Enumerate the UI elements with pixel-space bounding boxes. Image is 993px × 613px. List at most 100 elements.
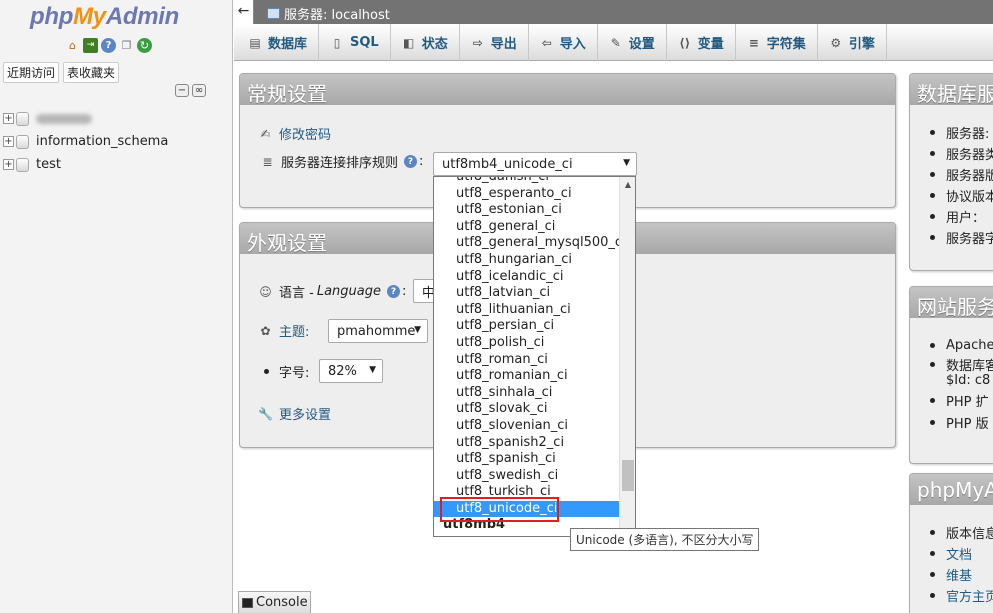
option-item[interactable]: utf8_hungarian_ci: [434, 252, 620, 269]
tab-variables[interactable]: ⟨⟩ 变量: [667, 24, 736, 61]
collation-row: ≣ 服务器连接排序规则 ? :: [260, 152, 423, 171]
scroll-thumb[interactable]: [622, 460, 634, 491]
option-item[interactable]: utf8_slovenian_ci: [434, 418, 620, 435]
favorites-tab[interactable]: 表收藏夹: [63, 62, 120, 83]
option-item[interactable]: utf8_estonian_ci: [434, 202, 620, 219]
tab-charsets[interactable]: ≡ 字符集: [736, 24, 818, 61]
docs-link[interactable]: 文档: [930, 543, 993, 564]
tab-import[interactable]: ⇦ 导入: [529, 24, 598, 61]
homepage-link[interactable]: 官方主页: [930, 585, 993, 606]
option-item[interactable]: utf8_sinhala_ci: [434, 385, 620, 402]
option-item[interactable]: utf8_turkish_ci: [434, 484, 620, 501]
chevron-down-icon: ▼: [414, 325, 421, 335]
palette-icon: ✿: [260, 323, 271, 338]
option-item[interactable]: utf8_persian_ci: [434, 318, 620, 335]
option-item[interactable]: utf8_slovak_ci: [434, 401, 620, 418]
console-tab[interactable]: Console: [238, 591, 311, 613]
help-icon[interactable]: ?: [101, 38, 116, 53]
fontsize-select[interactable]: 82% ▼: [319, 359, 383, 383]
scrollbar[interactable]: ▲: [619, 177, 635, 536]
tab-engines[interactable]: ⚙ 引擎: [818, 24, 887, 61]
tooltip: Unicode (多语言), 不区分大小写: [570, 528, 760, 551]
option-item[interactable]: utf8_lithuanian_ci: [434, 302, 620, 319]
list-item: $Id: c8: [946, 372, 991, 388]
collation-select[interactable]: utf8mb4_unicode_ci ▼: [433, 152, 637, 176]
web-server-info-list: Apache 数据库客 $Id: c8 PHP 扩 PHP 版: [930, 335, 993, 433]
option-item[interactable]: utf8_roman_ci: [434, 352, 620, 369]
option-item[interactable]: utf8_general_ci: [434, 219, 620, 236]
expand-icon[interactable]: +: [3, 159, 14, 170]
tab-sql[interactable]: ▯ SQL: [319, 24, 391, 61]
option-item[interactable]: utf8_romanian_ci: [434, 368, 620, 385]
nav-icon-bar: ⌂ ⇥ ? ❐ ↻: [65, 38, 152, 53]
wiki-link[interactable]: 维基: [930, 564, 993, 585]
tab-status[interactable]: ◧ 状态: [391, 24, 460, 61]
bullet: [264, 369, 269, 374]
collapse-all-icon[interactable]: −: [175, 84, 189, 97]
tree-item-information-schema[interactable]: + information_schema: [3, 130, 168, 153]
tab-settings[interactable]: ✎ 设置: [598, 24, 667, 61]
option-item[interactable]: utf8_latvian_ci: [434, 285, 620, 302]
list-item: 数据库客: [930, 356, 993, 374]
selected-option[interactable]: utf8_unicode_ci: [434, 500, 620, 518]
help-icon[interactable]: ?: [404, 155, 418, 168]
sql-icon: ▯: [333, 35, 341, 50]
variables-icon: ⟨⟩: [679, 35, 691, 50]
more-settings-link[interactable]: 更多设置: [279, 404, 331, 423]
password-icon: ✍: [260, 126, 271, 141]
breadcrumb[interactable]: 服务器: localhost: [267, 4, 390, 23]
theme-label[interactable]: 主题:: [279, 321, 309, 340]
tree-controls: − ∞: [175, 84, 206, 97]
tab-export[interactable]: ⇨ 导出: [460, 24, 529, 61]
database-server-panel: 数据库服 服务器: 服务器类 服务器版 协议版本 用户： 服务器字: [909, 73, 993, 271]
option-item[interactable]: utf8_spanish_ci: [434, 451, 620, 468]
collation-label: 服务器连接排序规则: [281, 156, 399, 171]
change-password-row: ✍ 修改密码: [258, 124, 331, 144]
list-item: PHP 版: [930, 412, 993, 433]
tree-item-test[interactable]: + test: [3, 153, 168, 176]
expand-icon[interactable]: +: [3, 136, 14, 147]
help-icon[interactable]: ?: [386, 285, 400, 298]
tree-label-redacted: [36, 113, 92, 124]
chevron-down-icon: ▼: [369, 365, 376, 375]
home-icon[interactable]: ⌂: [65, 38, 80, 53]
option-item[interactable]: utf8_esperanto_ci: [434, 186, 620, 203]
collation-dropdown-list[interactable]: utf8_danish_ci utf8_esperanto_ci utf8_esto…: [433, 176, 636, 537]
tree-label[interactable]: test: [36, 157, 61, 172]
docs-icon[interactable]: ❐: [119, 38, 134, 53]
recent-tab[interactable]: 近期访问: [3, 62, 60, 83]
database-icon: [16, 134, 29, 149]
database-icon: [16, 111, 29, 126]
change-password-link[interactable]: 修改密码: [279, 124, 331, 143]
exit-icon[interactable]: ⇥: [83, 38, 98, 53]
list-item: 服务器字: [930, 227, 993, 248]
tree-label[interactable]: information_schema: [36, 134, 168, 149]
main-menu: ▤ 数据库 ▯ SQL ◧ 状态 ⇨ 导出 ⇦ 导入 ✎ 设置 ⟨⟩ 变量 ≡ 字符集 ⚙ 引擎: [234, 24, 993, 61]
option-item[interactable]: utf8_general_mysql500_ci: [434, 235, 626, 252]
navigation-panel: phpMyAdmin ⌂ ⇥ ? ❐ ↻ 近期访问 表收藏夹 − ∞ + + i…: [0, 0, 233, 613]
tab-databases[interactable]: ▤ 数据库: [234, 24, 320, 61]
back-arrow-icon[interactable]: ←: [234, 0, 254, 24]
fontsize-label: 字号:: [279, 366, 310, 381]
theme-select[interactable]: pmahomme ▼: [328, 319, 428, 343]
web-server-panel: 网站服务 Apache 数据库客 $Id: c8 PHP 扩 PHP 版: [909, 286, 993, 464]
phpmyadmin-logo[interactable]: phpMyAdmin: [30, 3, 179, 31]
language-row: ☺ 语言 - Language ? :: [259, 284, 407, 301]
option-item[interactable]: utf8_spanish2_ci: [434, 435, 620, 452]
panel-title: 数据库服: [910, 74, 993, 105]
link-icon[interactable]: ∞: [192, 84, 206, 97]
tree-item-hidden[interactable]: +: [3, 107, 168, 130]
server-label[interactable]: 服务器: localhost: [284, 4, 390, 23]
option-item[interactable]: utf8_swedish_ci: [434, 468, 620, 485]
status-icon: ◧: [403, 35, 415, 50]
reload-icon[interactable]: ↻: [137, 38, 152, 53]
pma-info-list: 版本信息 文档 维基 官方主页: [930, 522, 993, 606]
option-item[interactable]: utf8_polish_ci: [434, 335, 620, 352]
option-item[interactable]: utf8_danish_ci: [434, 177, 620, 186]
list-item: Apache: [930, 335, 993, 356]
server-info-list: 服务器: 服务器类 服务器版 协议版本 用户： 服务器字: [930, 122, 993, 248]
settings-icon: ✎: [610, 35, 621, 50]
expand-icon[interactable]: +: [3, 113, 14, 124]
option-item[interactable]: utf8_icelandic_ci: [434, 269, 620, 286]
scroll-up-icon[interactable]: ▲: [620, 177, 635, 193]
